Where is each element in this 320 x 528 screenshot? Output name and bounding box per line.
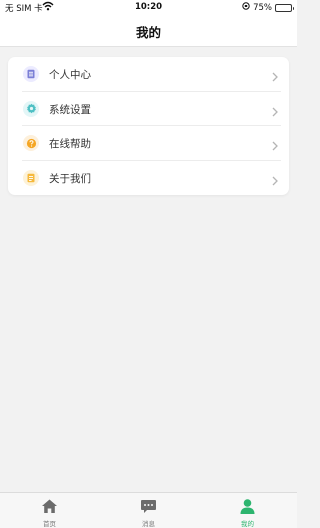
settings-menu-card: 个人中心 系统设置 在线帮助 关于我们	[8, 57, 289, 195]
info-doc-icon	[23, 169, 39, 186]
tab-bar: 首页 消息 我的	[0, 492, 297, 528]
tab-home[interactable]: 首页	[0, 493, 99, 528]
battery-percent: 75%	[253, 2, 272, 13]
help-icon	[23, 135, 39, 151]
menu-item-label: 关于我们	[49, 172, 91, 185]
menu-item-label: 个人中心	[49, 69, 91, 81]
battery-icon	[275, 3, 294, 12]
chevron-right-icon	[270, 172, 280, 185]
menu-item-about[interactable]: 关于我们	[8, 161, 289, 196]
chevron-right-icon	[270, 137, 280, 151]
menu-item-help[interactable]: 在线帮助	[8, 126, 289, 161]
tab-label: 我的	[241, 520, 254, 528]
chevron-right-icon	[270, 68, 280, 82]
status-bar: 无 SIM 卡 10:20 75%	[0, 0, 297, 16]
tab-profile[interactable]: 我的	[198, 493, 297, 528]
navigation-bar: 我的	[0, 16, 297, 47]
tab-label: 消息	[142, 520, 155, 528]
menu-item-settings[interactable]: 系统设置	[8, 92, 289, 126]
gear-icon	[23, 100, 39, 117]
orientation-lock-icon	[242, 2, 250, 13]
home-icon	[41, 498, 58, 515]
message-icon	[140, 498, 157, 515]
menu-item-profile[interactable]: 个人中心	[8, 57, 289, 92]
tab-messages[interactable]: 消息	[99, 493, 198, 528]
menu-item-label: 系统设置	[49, 103, 91, 116]
chevron-right-icon	[270, 103, 280, 116]
user-icon	[239, 498, 256, 515]
tab-label: 首页	[43, 520, 56, 528]
profile-card-icon	[23, 66, 39, 82]
page-title: 我的	[135, 24, 161, 40]
menu-item-label: 在线帮助	[49, 138, 91, 150]
